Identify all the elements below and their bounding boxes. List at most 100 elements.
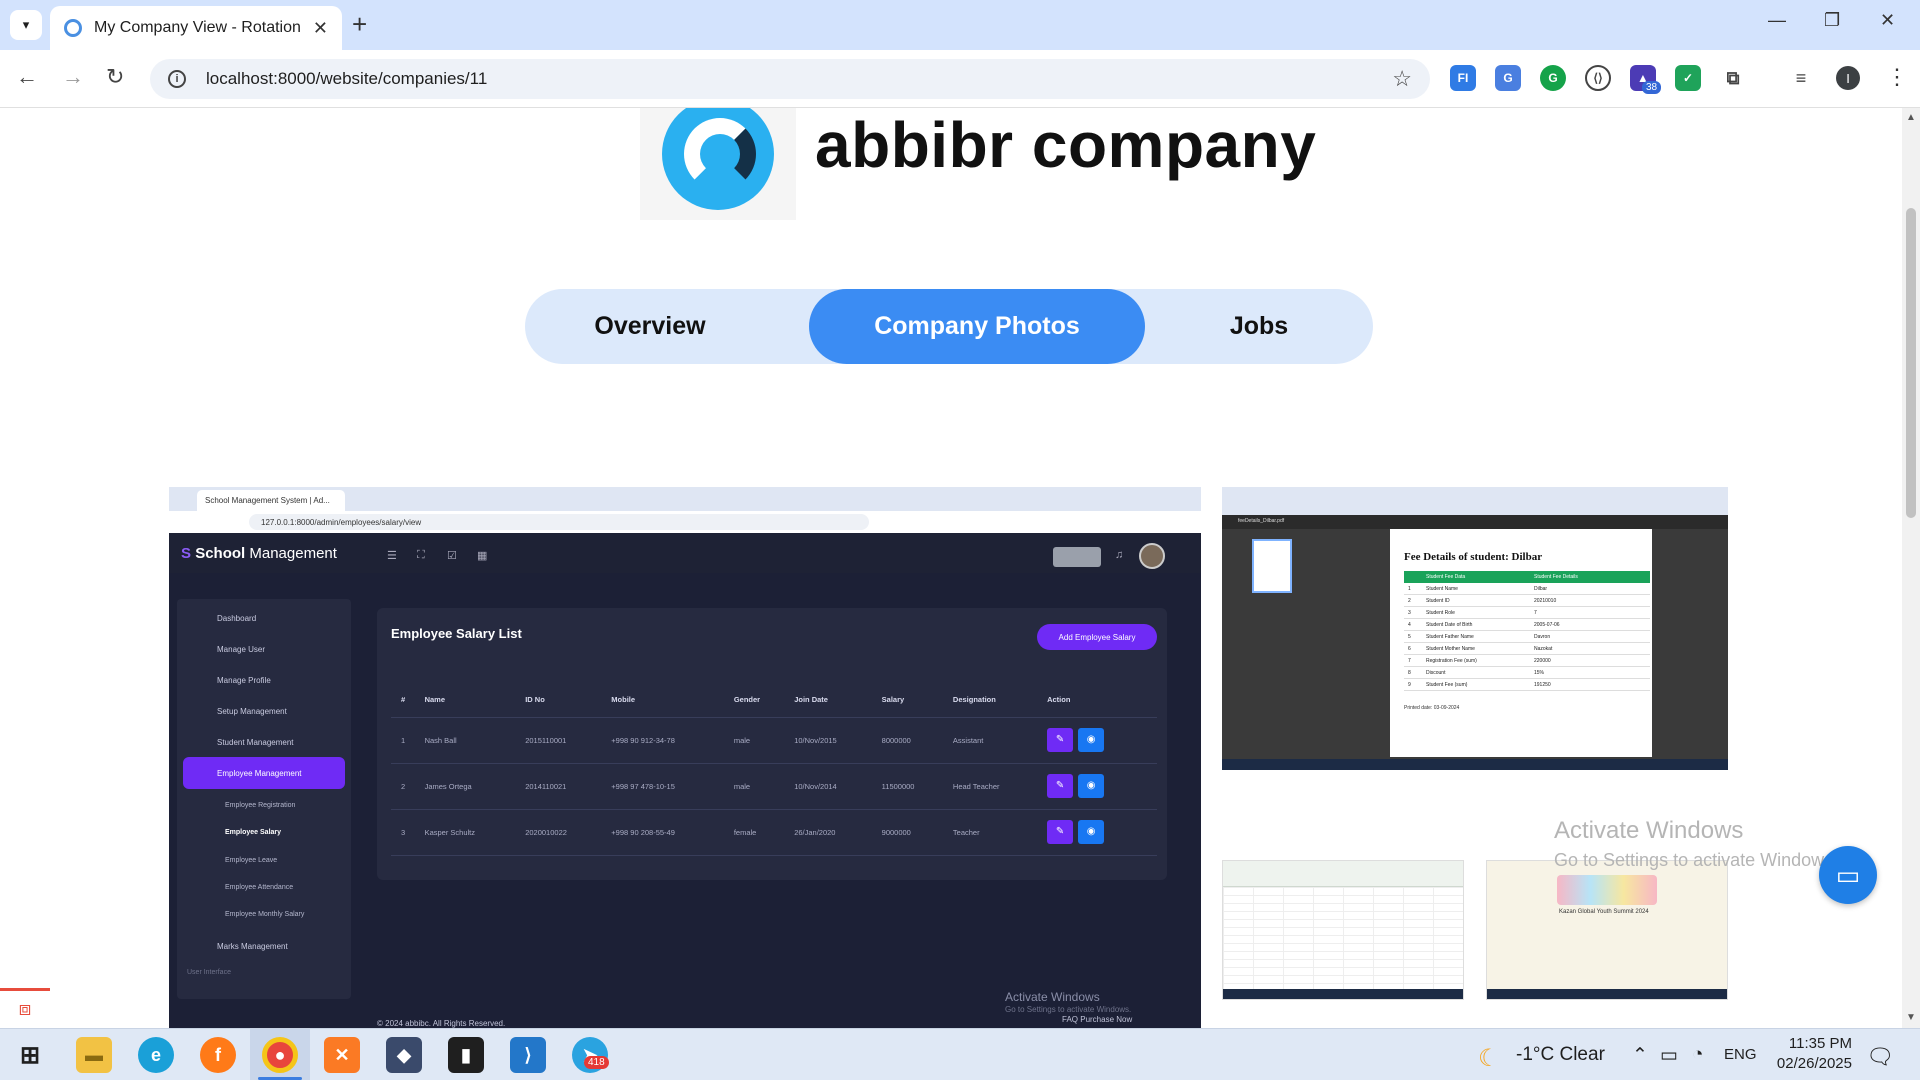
xampp-icon[interactable]: ✕ (324, 1037, 360, 1073)
file-explorer-icon[interactable]: ▬ (76, 1037, 112, 1073)
pdf-browser-top (1222, 487, 1728, 515)
pdf-row: 8 Discount 15% (1404, 667, 1650, 679)
browser-tab-active[interactable]: My Company View - Rotation ✕ (50, 6, 342, 50)
forward-button[interactable]: → (62, 64, 84, 90)
new-tab-button[interactable]: + (352, 10, 367, 38)
system-clock[interactable]: 11:35 PM 02/26/2025 (1752, 1034, 1852, 1074)
chat-bubble-icon[interactable]: ▭ (1819, 846, 1877, 904)
browser-tab-strip: ▾ My Company View - Rotation ✕ + — ❐ ✕ (0, 0, 1920, 50)
extension-fi-icon[interactable]: FI (1450, 65, 1476, 91)
brand-logo-icon: S (181, 545, 196, 562)
media-controls-icon[interactable]: ≡ (1788, 65, 1814, 91)
activate-windows-watermark: Activate Windows (1554, 817, 1744, 844)
scroll-up-icon[interactable]: ▲ (1906, 112, 1916, 123)
scrollbar-thumb[interactable] (1906, 208, 1916, 518)
telegram-badge: 418 (584, 1056, 609, 1069)
extensions-puzzle-icon[interactable]: ⧉ (1720, 65, 1746, 91)
vscode-icon[interactable]: ⟩ (510, 1037, 546, 1073)
pdf-row: 9 Student Fee (sum) 191250 (1404, 679, 1650, 691)
company-photo-2[interactable]: feeDetails_Dilbar.pdf Fee Details of stu… (1222, 487, 1728, 770)
browser-toolbar: ← → ↻ i localhost:8000/website/companies… (0, 50, 1920, 108)
grammarly-extension-icon[interactable]: G (1540, 65, 1566, 91)
photo-sidebar-item: Dashboard (217, 613, 257, 623)
profile-avatar[interactable]: I (1836, 66, 1860, 90)
photo-browser-tabbar: School Management System | Ad... (169, 487, 1201, 511)
photo-sidebar-item: Student Management (217, 737, 294, 747)
company-photo-3[interactable] (1222, 860, 1464, 1000)
close-tab-icon[interactable]: ✕ (313, 18, 328, 39)
table-header: Designation (942, 683, 1038, 718)
company-photo-1[interactable]: School Management System | Ad... 127.0.0… (169, 487, 1201, 1028)
company-logo (640, 108, 796, 220)
page-scrollbar[interactable]: ▲ ▼ (1902, 108, 1920, 1028)
close-window-button[interactable]: ✕ (1880, 10, 1895, 31)
browser-menu-icon[interactable]: ⋮ (1886, 64, 1908, 90)
sheet-screenshot-taskbar (1223, 989, 1463, 999)
company-logo-icon (662, 108, 774, 210)
battery-icon[interactable]: ▭ (1660, 1044, 1678, 1067)
git-tool-icon[interactable]: ◆ (386, 1037, 422, 1073)
photo-sidebar: Dashboard Manage User Manage Profile Set… (177, 599, 351, 999)
pdf-printed-date: Printed date: 03-09-2024 (1404, 705, 1460, 711)
table-header: Gender (723, 683, 785, 718)
pdf-row: 5 Student Father Name Davron (1404, 631, 1650, 643)
scroll-down-icon[interactable]: ▼ (1906, 1012, 1916, 1023)
table-header: Join Date (784, 683, 872, 718)
sheet-grid (1223, 887, 1463, 989)
table-row: 3 Kasper Schultz 2020010022 +998 90 208-55-… (391, 809, 1157, 856)
summit-screenshot-taskbar (1487, 989, 1727, 999)
company-name: abbibr company (815, 109, 1317, 181)
sheet-ribbon (1223, 861, 1463, 887)
back-button[interactable]: ← (16, 64, 38, 90)
table-header: Mobile (601, 683, 724, 718)
bookmark-star-icon[interactable]: ☆ (1392, 66, 1412, 92)
chevron-up-icon[interactable]: ⌃ (1632, 1044, 1648, 1067)
address-url[interactable]: localhost:8000/website/companies/11 (206, 69, 1392, 89)
extension-badge: 38 (1642, 81, 1662, 94)
wifi-icon[interactable]: ◔ (1692, 1044, 1703, 1066)
pdf-row: 1 Student Name Dilbar (1404, 583, 1650, 595)
windows-start-icon[interactable]: ⊞ (12, 1037, 48, 1073)
edit-icon: ✎ (1047, 774, 1074, 798)
photo-submenu-item: Employee Monthly Salary (225, 911, 305, 918)
chrome-icon[interactable]: ● (262, 1037, 298, 1073)
photo-sidebar-section: User Interface (187, 969, 231, 976)
translate-extension-icon[interactable]: G (1495, 65, 1521, 91)
weather-moon-icon[interactable]: ☾ (1478, 1044, 1500, 1073)
firefox-icon[interactable]: f (200, 1037, 236, 1073)
photo-app-brand: S School Management (181, 545, 337, 562)
photo-add-salary-button: Add Employee Salary (1037, 624, 1157, 650)
restore-window-button[interactable]: ❐ (1824, 10, 1840, 31)
tab-company-photos[interactable]: Company Photos (809, 289, 1145, 364)
company-photo-4[interactable]: Kazan Global Youth Summit 2024 (1486, 860, 1728, 1000)
calendar-icon: ▦ (477, 550, 488, 562)
photo-sidebar-item-active: Employee Management (183, 757, 345, 789)
reload-button[interactable]: ↻ (106, 64, 124, 90)
terminal-icon[interactable]: ▮ (448, 1037, 484, 1073)
tab-jobs[interactable]: Jobs (1145, 289, 1373, 364)
eye-icon: ◉ (1078, 820, 1105, 844)
table-header: # (391, 683, 415, 718)
photo-submenu-item: Employee Attendance (225, 884, 294, 891)
address-bar[interactable]: i localhost:8000/website/companies/11 ☆ (150, 59, 1430, 99)
bell-icon: ♫ (1115, 549, 1124, 561)
company-tabs: Overview Company Photos Jobs (525, 289, 1373, 364)
photo-salary-table: # Name ID No Mobile Gender Join Date Sal… (391, 683, 1157, 856)
site-info-icon[interactable]: i (168, 70, 186, 88)
weather-text[interactable]: -1°C Clear (1516, 1044, 1605, 1066)
minimize-window-button[interactable]: — (1768, 10, 1786, 31)
eye-icon: ◉ (1078, 774, 1105, 798)
notification-icon[interactable]: 🗨 (1866, 1044, 1894, 1070)
shield-extension-icon[interactable]: ✓ (1675, 65, 1701, 91)
photo-submenu-item-active: Employee Salary (225, 829, 282, 836)
site-favicon-icon (64, 19, 82, 37)
pdf-title: Fee Details of student: Dilbar (1404, 551, 1543, 563)
edge-browser-icon[interactable]: e (138, 1037, 174, 1073)
laravel-debug-icon[interactable]: ⧈ (0, 988, 50, 1028)
photo-search-box (1053, 547, 1101, 567)
photo-activate-watermark-sub: Go to Settings to activate Windows. (1005, 1005, 1132, 1014)
photo-submenu-item: Employee Registration (225, 802, 296, 809)
tab-search-button[interactable]: ▾ (10, 10, 42, 40)
tab-overview[interactable]: Overview (525, 289, 775, 364)
extension-circle-icon[interactable]: ⟨⟩ (1585, 65, 1611, 91)
